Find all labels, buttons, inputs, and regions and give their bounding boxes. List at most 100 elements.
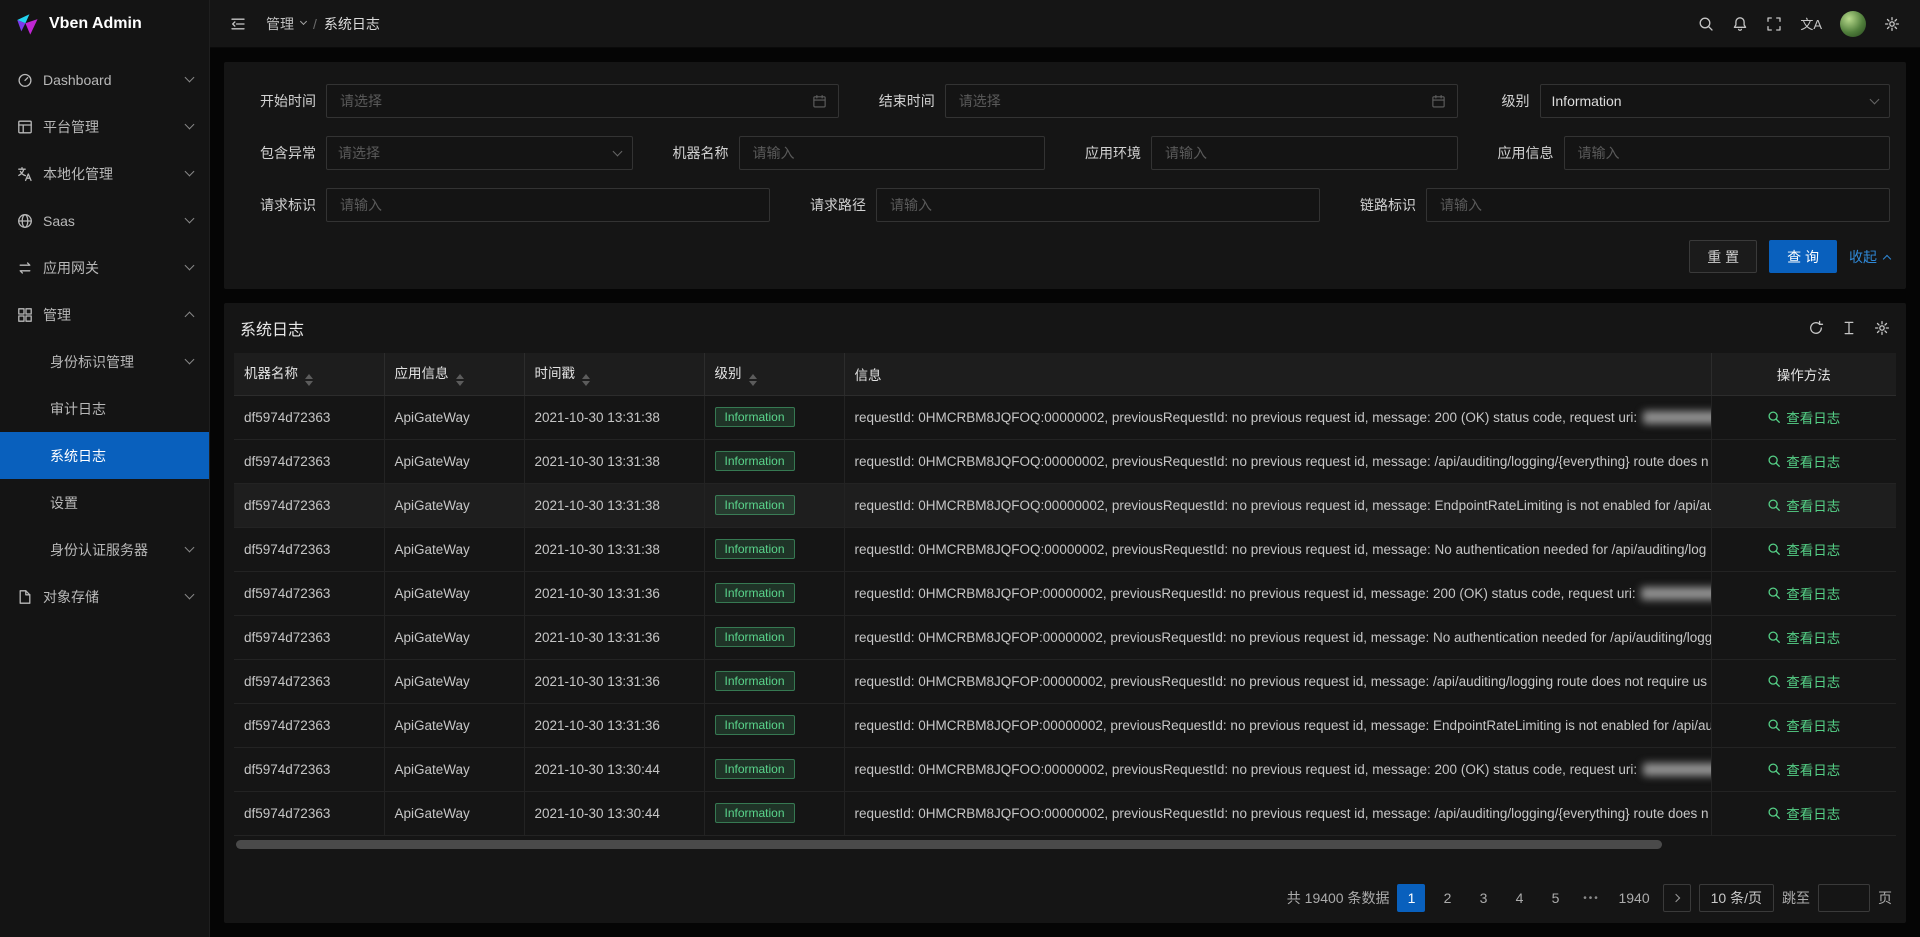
view-log-link[interactable]: 查看日志 [1767, 451, 1840, 471]
next-page-button[interactable] [1663, 884, 1691, 912]
table-row[interactable]: df5974d72363ApiGateWay2021-10-30 13:31:3… [234, 439, 1896, 483]
content: 开始时间 结束时间 [210, 48, 1920, 937]
app-env-field[interactable] [1151, 136, 1458, 170]
machine-name-input[interactable] [751, 144, 1034, 162]
page-button-3[interactable]: 3 [1469, 884, 1497, 912]
sidebar-item-system-logs[interactable]: 系统日志 [0, 432, 209, 479]
table-row[interactable]: df5974d72363ApiGateWay2021-10-30 13:31:3… [234, 615, 1896, 659]
has-exception-select[interactable]: 请选择 [326, 136, 633, 170]
view-log-link[interactable]: 查看日志 [1767, 671, 1840, 691]
start-time-picker[interactable] [326, 84, 839, 118]
page-size-value: 10 条/页 [1711, 888, 1762, 908]
row-height-icon[interactable] [1841, 320, 1857, 336]
column-settings-gear-icon[interactable] [1874, 320, 1890, 336]
sidebar: Vben Admin Dashboard平台管理本地化管理Saas应用网关管理身… [0, 0, 210, 937]
sidebar-item-settings[interactable]: 设置 [0, 479, 209, 526]
column-header-level[interactable]: 级别 [704, 353, 844, 395]
column-label: 时间戳 [535, 366, 576, 381]
reset-button[interactable]: 重 置 [1689, 240, 1757, 273]
level-cell: Information [704, 439, 844, 483]
sidebar-item-identity-management[interactable]: 身份标识管理 [0, 338, 209, 385]
query-button[interactable]: 查 询 [1769, 240, 1837, 273]
sidebar-item-object-storage[interactable]: 对象存储 [0, 573, 209, 620]
page-button-4[interactable]: 4 [1505, 884, 1533, 912]
view-log-link[interactable]: 查看日志 [1767, 583, 1840, 603]
view-log-link[interactable]: 查看日志 [1767, 715, 1840, 735]
view-log-link[interactable]: 查看日志 [1767, 759, 1840, 779]
request-path-field[interactable] [876, 188, 1320, 222]
request-id-input[interactable] [338, 196, 758, 214]
table-row[interactable]: df5974d72363ApiGateWay2021-10-30 13:31:3… [234, 483, 1896, 527]
app-logo[interactable]: Vben Admin [0, 0, 209, 48]
app-env-input[interactable] [1163, 144, 1446, 162]
start-time-input[interactable] [338, 92, 804, 110]
horizontal-scrollbar[interactable] [236, 840, 1894, 849]
breadcrumb-parent[interactable]: 管理 [266, 14, 294, 34]
view-log-link[interactable]: 查看日志 [1767, 627, 1840, 647]
sidebar-item-platform-management[interactable]: 平台管理 [0, 103, 209, 150]
sort-icon[interactable] [305, 374, 313, 386]
level-select[interactable]: Information [1540, 84, 1891, 118]
table-row[interactable]: df5974d72363ApiGateWay2021-10-30 13:31:3… [234, 571, 1896, 615]
refresh-icon[interactable] [1808, 320, 1824, 336]
column-header-app-info[interactable]: 应用信息 [384, 353, 524, 395]
sidebar-item-localization-management[interactable]: 本地化管理 [0, 150, 209, 197]
sort-icon[interactable] [749, 374, 757, 386]
filter-app-env: 应用环境 [1065, 136, 1478, 170]
column-header-timestamp[interactable]: 时间戳 [524, 353, 704, 395]
fullscreen-icon[interactable] [1758, 8, 1790, 40]
machine-name-field[interactable] [739, 136, 1046, 170]
table-row[interactable]: df5974d72363ApiGateWay2021-10-30 13:31:3… [234, 703, 1896, 747]
sidebar-item-dashboard[interactable]: Dashboard [0, 56, 209, 103]
trace-id-field[interactable] [1426, 188, 1890, 222]
request-path-input[interactable] [888, 196, 1308, 214]
sidebar-item-audit-logs[interactable]: 审计日志 [0, 385, 209, 432]
timestamp-cell: 2021-10-30 13:31:36 [524, 615, 704, 659]
magnifier-icon [1767, 542, 1781, 556]
app-info-input[interactable] [1576, 144, 1879, 162]
request-id-field[interactable] [326, 188, 770, 222]
view-log-link[interactable]: 查看日志 [1767, 539, 1840, 559]
view-log-link[interactable]: 查看日志 [1767, 803, 1840, 823]
level-badge: Information [715, 671, 795, 691]
view-log-link[interactable]: 查看日志 [1767, 495, 1840, 515]
scrollbar-thumb[interactable] [236, 840, 1662, 849]
table-row[interactable]: df5974d72363ApiGateWay2021-10-30 13:31:3… [234, 659, 1896, 703]
table-row[interactable]: df5974d72363ApiGateWay2021-10-30 13:31:3… [234, 395, 1896, 439]
sort-icon[interactable] [456, 374, 464, 386]
page-button-1[interactable]: 1 [1397, 884, 1425, 912]
column-header-machine-name[interactable]: 机器名称 [234, 353, 384, 395]
view-log-link[interactable]: 查看日志 [1767, 407, 1840, 427]
table-row[interactable]: df5974d72363ApiGateWay2021-10-30 13:31:3… [234, 527, 1896, 571]
table-row[interactable]: df5974d72363ApiGateWay2021-10-30 13:30:4… [234, 791, 1896, 835]
translate-icon[interactable]: 文A [1792, 8, 1830, 40]
level-badge: Information [715, 627, 795, 647]
settings-gear-icon[interactable] [1876, 8, 1908, 40]
column-label: 应用信息 [395, 366, 449, 381]
header: 管理 / 系统日志 文A [210, 0, 1920, 48]
avatar[interactable] [1840, 11, 1866, 37]
app-info-cell: ApiGateWay [384, 395, 524, 439]
table-row[interactable]: df5974d72363ApiGateWay2021-10-30 13:30:4… [234, 747, 1896, 791]
notification-bell-icon[interactable] [1724, 8, 1756, 40]
sidebar-item-app-gateway[interactable]: 应用网关 [0, 244, 209, 291]
sidebar-item-label: 对象存储 [43, 587, 99, 607]
sidebar-item-saas[interactable]: Saas [0, 197, 209, 244]
end-time-input[interactable] [957, 92, 1423, 110]
menu-fold-icon[interactable] [222, 8, 254, 40]
app-info-cell: ApiGateWay [384, 747, 524, 791]
sort-icon[interactable] [582, 374, 590, 386]
sidebar-item-auth-server[interactable]: 身份认证服务器 [0, 526, 209, 573]
page-size-select[interactable]: 10 条/页 [1699, 884, 1774, 912]
search-icon[interactable] [1690, 8, 1722, 40]
collapse-link[interactable]: 收起 [1849, 247, 1890, 267]
sidebar-item-management[interactable]: 管理 [0, 291, 209, 338]
page-button-2[interactable]: 2 [1433, 884, 1461, 912]
jump-page-input[interactable] [1818, 884, 1870, 912]
end-time-picker[interactable] [945, 84, 1458, 118]
page-ellipsis[interactable]: ••• [1577, 884, 1605, 912]
trace-id-input[interactable] [1438, 196, 1878, 214]
app-info-field[interactable] [1564, 136, 1891, 170]
page-button-1940[interactable]: 1940 [1613, 884, 1654, 912]
page-button-5[interactable]: 5 [1541, 884, 1569, 912]
